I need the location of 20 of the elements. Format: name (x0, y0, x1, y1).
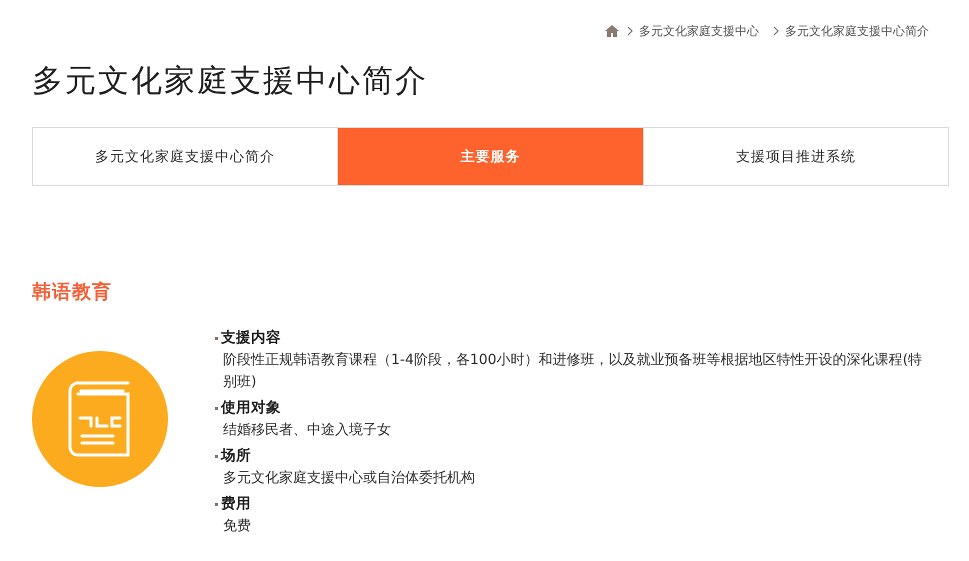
item-text: 阶段性正规韩语教育课程（1-4阶段，各100小时）和进修班，以及就业预备班等根据地区特性开设的深化课程(特别班) (222, 351, 924, 392)
home-icon[interactable] (605, 25, 619, 37)
item-text: 免费 (222, 517, 252, 536)
item-label: 使用对象 (221, 398, 281, 418)
breadcrumb-link[interactable]: 多元文化家庭支援中心 (639, 22, 759, 40)
book-icon (32, 351, 168, 487)
bullet-icon (215, 454, 218, 458)
chevron-icon (773, 26, 779, 36)
item-text: 结婚移民者、中途入境子女 (222, 421, 392, 440)
item-text: 多元文化家庭支援中心或自治体委托机构 (222, 469, 476, 488)
chevron-icon (627, 26, 633, 36)
bullet-icon (215, 336, 218, 340)
bullet-icon (215, 502, 218, 506)
bullet-icon (215, 406, 218, 410)
breadcrumb-link[interactable]: 多元文化家庭支援中心简介 (785, 22, 929, 40)
item-label: 费用 (221, 494, 251, 514)
item-label: 场所 (221, 446, 251, 466)
item-label: 支援内容 (221, 328, 281, 348)
section-title: 韩语教育 (32, 280, 113, 304)
page-title: 多元文化家庭支援中心简介 (32, 62, 429, 101)
